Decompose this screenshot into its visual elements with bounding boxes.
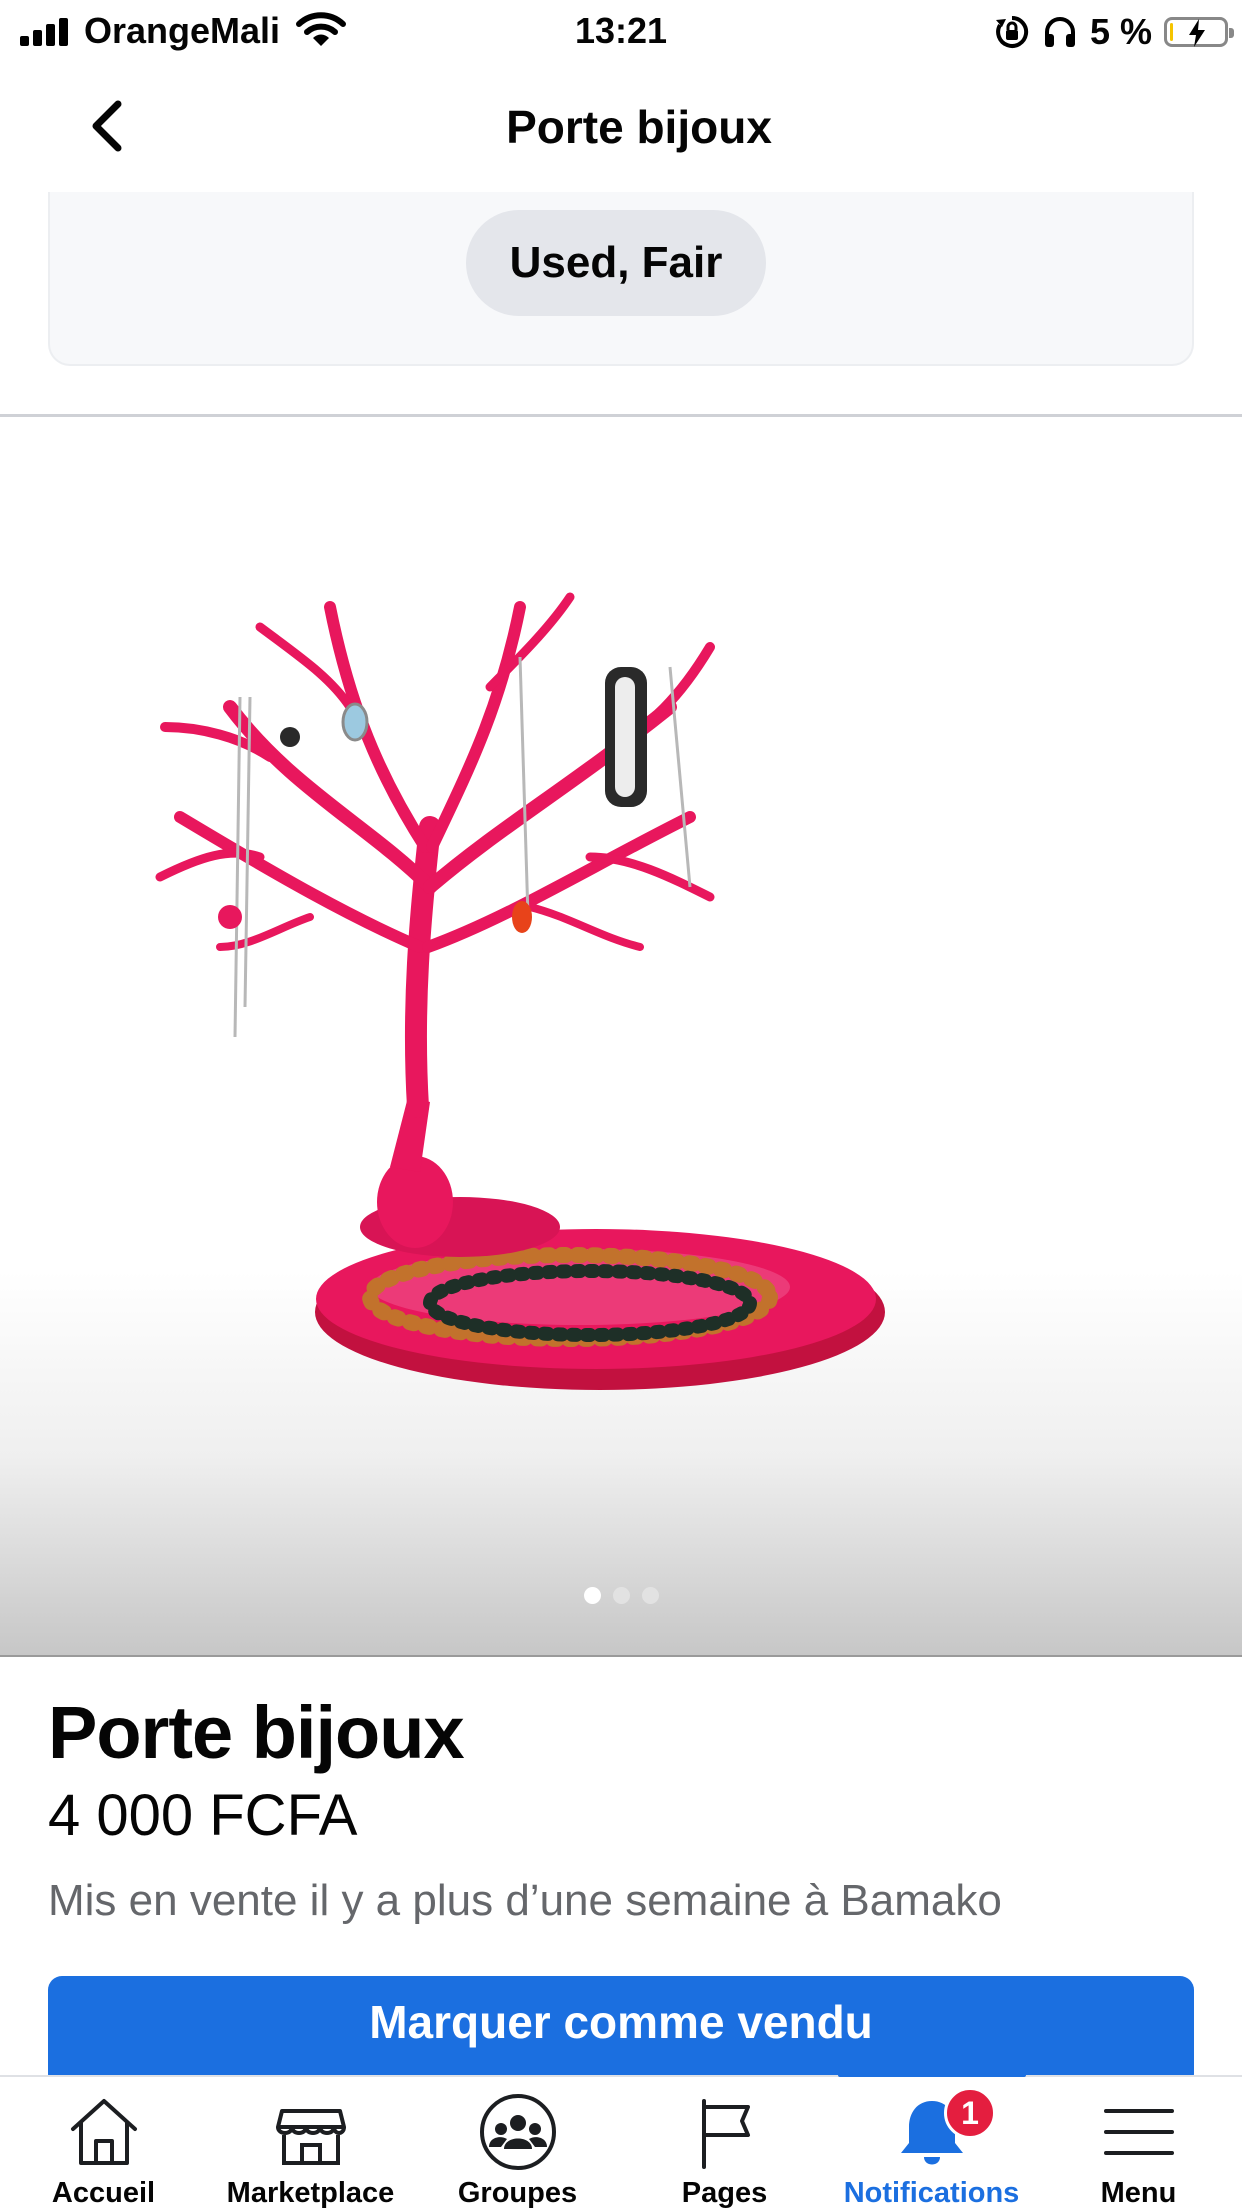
divider — [0, 1655, 1242, 1657]
flag-icon — [701, 2099, 750, 2169]
battery-percent: 5 % — [1089, 11, 1152, 52]
status-bar: OrangeMali 13:21 5 % — [0, 0, 1242, 62]
page-dot — [612, 1587, 630, 1604]
nav-bar: Porte bijoux — [0, 62, 1242, 192]
page-title: Porte bijoux — [506, 101, 772, 153]
marketplace-icon — [275, 2109, 346, 2165]
photo-carousel[interactable] — [0, 417, 1242, 1655]
listing-price: 4 000 FCFA — [48, 1783, 358, 1848]
tab-label: Groupes — [457, 2177, 578, 2209]
page-dot — [641, 1587, 659, 1604]
menu-icon — [1103, 2109, 1174, 2155]
tab-pages[interactable]: Pages — [621, 2077, 828, 2210]
listing-title: Porte bijoux — [48, 1691, 465, 1774]
tab-label: Accueil — [51, 2177, 156, 2209]
photo-page-indicator — [0, 1587, 1242, 1604]
notification-badge: 1 — [944, 2087, 996, 2139]
groups-icon — [479, 2094, 556, 2170]
page-dot — [583, 1587, 601, 1604]
tab-notifications[interactable]: 1 Notifications — [828, 2077, 1035, 2210]
product-photo — [155, 592, 885, 1390]
headphones-icon — [1044, 17, 1075, 47]
condition-badge: Used, Fair — [466, 210, 766, 316]
tab-label: Menu — [1100, 2177, 1177, 2209]
tab-menu[interactable]: Menu — [1035, 2077, 1242, 2210]
tab-label: Pages — [681, 2177, 768, 2209]
tab-bar: Accueil Marketplace Groupes Pages 1 Noti… — [0, 2072, 1242, 2210]
tab-accueil[interactable]: Accueil — [0, 2077, 207, 2210]
orientation-lock-icon — [995, 15, 1029, 48]
battery-charging-icon — [1164, 17, 1234, 47]
home-icon — [70, 2099, 137, 2165]
listing-meta: Mis en vente il y a plus d’une semaine à… — [48, 1876, 1002, 1925]
tab-groupes[interactable]: Groupes — [414, 2077, 621, 2210]
tab-label: Notifications — [843, 2177, 1020, 2209]
tab-label: Marketplace — [226, 2177, 395, 2209]
tab-marketplace[interactable]: Marketplace — [207, 2077, 414, 2210]
